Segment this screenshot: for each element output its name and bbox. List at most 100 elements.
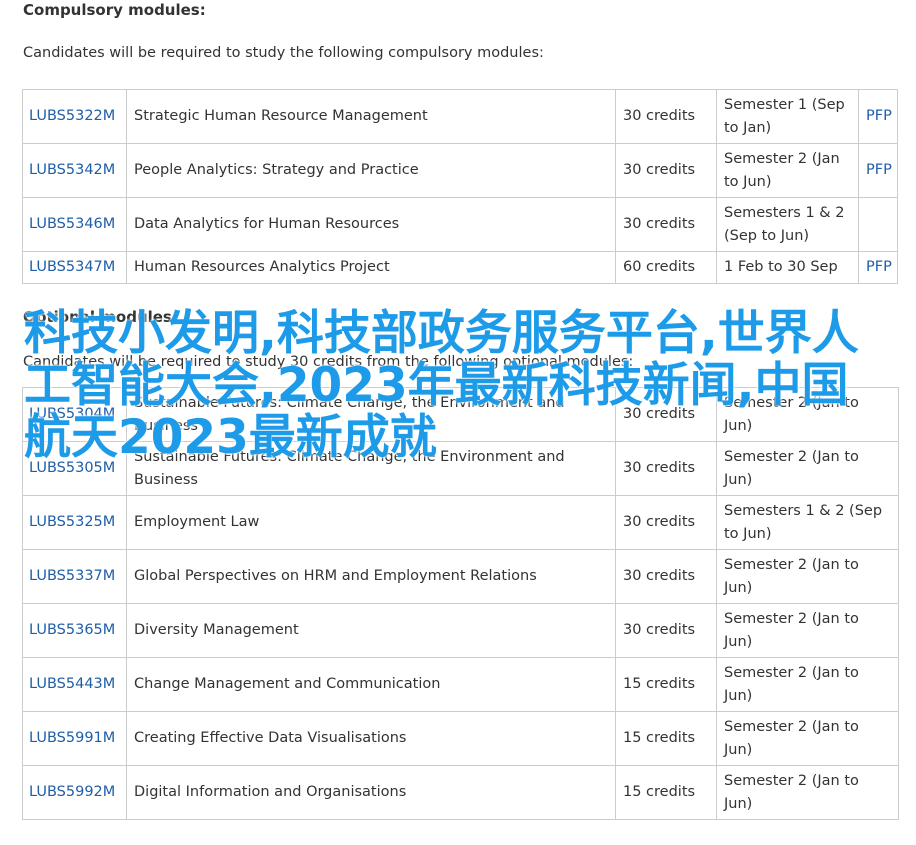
- table-row: LUBS5304M Sustainable Futures: Climate Ch…: [22, 387, 899, 442]
- module-credits: 15 credits: [623, 730, 696, 746]
- table-row: LUBS5992M Digital Information and Organis…: [22, 765, 899, 820]
- table-row: LUBS5346M Data Analytics for Human Resour…: [22, 197, 898, 252]
- compulsory-heading: Compulsory modules:: [23, 1, 206, 19]
- pfp-link-cell: PFP: [858, 251, 898, 284]
- module-title: Employment Law: [134, 514, 260, 530]
- module-semester: Semester 2 (Jan to Jun): [724, 556, 859, 596]
- pfp-link-cell: [858, 197, 898, 252]
- module-credits-cell: 30 credits: [615, 495, 717, 550]
- module-credits-cell: 30 credits: [615, 89, 717, 144]
- module-semester: Semester 1 (Sep to Jan): [724, 96, 845, 136]
- pfp-link[interactable]: PFP: [866, 108, 892, 124]
- module-credits: 30 credits: [623, 460, 696, 476]
- module-code-link[interactable]: LUBS5365M: [29, 622, 115, 638]
- module-title: Digital Information and Organisations: [134, 784, 407, 800]
- module-semester: Semesters 1 & 2 (Sep to Jun): [724, 502, 883, 542]
- module-title-cell: Data Analytics for Human Resources: [126, 197, 616, 252]
- pfp-link-cell: PFP: [858, 143, 898, 198]
- optional-heading: Optional modules:: [23, 308, 178, 326]
- module-semester: Semesters 1 & 2 (Sep to Jun): [724, 204, 845, 244]
- module-code-link-cell: LUBS5305M: [22, 441, 127, 496]
- module-code-link-cell: LUBS5337M: [22, 549, 127, 604]
- module-code-link[interactable]: LUBS5991M: [29, 730, 115, 746]
- compulsory-modules-table: LUBS5322M Strategic Human Resource Manage…: [22, 89, 898, 284]
- module-code-link-cell: LUBS5325M: [22, 495, 127, 550]
- module-code-link[interactable]: LUBS5342M: [29, 162, 115, 178]
- module-code-link-cell: LUBS5992M: [22, 765, 127, 820]
- module-credits: 30 credits: [623, 406, 696, 422]
- module-title-cell: Creating Effective Data Visualisations: [126, 711, 616, 766]
- module-code-link[interactable]: LUBS5347M: [29, 259, 115, 275]
- module-semester-cell: Semester 2 (Jan to Jun): [716, 441, 899, 496]
- module-title-cell: Sustainable Futures: Climate Change, the…: [126, 441, 616, 496]
- module-semester-cell: 1 Feb to 30 Sep: [716, 251, 859, 284]
- module-credits-cell: 30 credits: [615, 441, 717, 496]
- module-code-link[interactable]: LUBS5443M: [29, 676, 115, 692]
- pfp-link[interactable]: PFP: [866, 259, 892, 275]
- module-semester: Semester 2 (Jan to Jun): [724, 610, 859, 650]
- module-credits-cell: 30 credits: [615, 549, 717, 604]
- module-credits-cell: 30 credits: [615, 197, 717, 252]
- module-credits: 30 credits: [623, 568, 696, 584]
- module-title: Strategic Human Resource Management: [134, 108, 428, 124]
- table-row: LUBS5365M Diversity Management 30 credits S…: [22, 603, 899, 658]
- module-title-cell: Strategic Human Resource Management: [126, 89, 616, 144]
- module-semester-cell: Semester 1 (Sep to Jan): [716, 89, 859, 144]
- module-code-link[interactable]: LUBS5337M: [29, 568, 115, 584]
- module-title: Diversity Management: [134, 622, 299, 638]
- module-semester-cell: Semester 2 (Jan to Jun): [716, 549, 899, 604]
- module-credits: 30 credits: [623, 216, 696, 232]
- module-code-link[interactable]: LUBS5304M: [29, 406, 115, 422]
- module-credits-cell: 60 credits: [615, 251, 717, 284]
- module-semester-cell: Semester 2 (Jan to Jun): [716, 603, 899, 658]
- module-code-link-cell: LUBS5443M: [22, 657, 127, 712]
- compulsory-intro: Candidates will be required to study the…: [23, 45, 544, 61]
- table-row: LUBS5322M Strategic Human Resource Manage…: [22, 89, 898, 144]
- module-credits-cell: 15 credits: [615, 657, 717, 712]
- module-title-cell: Digital Information and Organisations: [126, 765, 616, 820]
- module-semester-cell: Semester 2 (Jan to Jun): [716, 143, 859, 198]
- module-semester-cell: Semester 2 (Jan to Jun): [716, 657, 899, 712]
- module-credits: 30 credits: [623, 514, 696, 530]
- module-semester-cell: Semester 2 (Jan to Jun): [716, 387, 899, 442]
- pfp-link-cell: PFP: [858, 89, 898, 144]
- module-code-link[interactable]: LUBS5325M: [29, 514, 115, 530]
- module-credits: 30 credits: [623, 162, 696, 178]
- module-credits: 15 credits: [623, 676, 696, 692]
- module-title-cell: Global Perspectives on HRM and Employmen…: [126, 549, 616, 604]
- optional-modules-table: LUBS5304M Sustainable Futures: Climate Ch…: [22, 387, 899, 820]
- module-code-link[interactable]: LUBS5346M: [29, 216, 115, 232]
- module-semester: Semester 2 (Jan to Jun): [724, 772, 859, 812]
- module-credits-cell: 30 credits: [615, 603, 717, 658]
- module-code-link-cell: LUBS5346M: [22, 197, 127, 252]
- module-title-cell: Diversity Management: [126, 603, 616, 658]
- table-row: LUBS5325M Employment Law 30 credits Semeste…: [22, 495, 899, 550]
- module-title: Global Perspectives on HRM and Employmen…: [134, 568, 537, 584]
- module-code-link[interactable]: LUBS5322M: [29, 108, 115, 124]
- table-row: LUBS5991M Creating Effective Data Visuali…: [22, 711, 899, 766]
- module-code-link-cell: LUBS5991M: [22, 711, 127, 766]
- module-semester: Semester 2 (Jan to Jun): [724, 448, 859, 488]
- module-title: Sustainable Futures: Climate Change, the…: [134, 448, 565, 488]
- table-row: LUBS5305M Sustainable Futures: Climate Ch…: [22, 441, 899, 496]
- module-code-link[interactable]: LUBS5992M: [29, 784, 115, 800]
- module-title-cell: Human Resources Analytics Project: [126, 251, 616, 284]
- module-credits-cell: 30 credits: [615, 143, 717, 198]
- module-title-cell: Employment Law: [126, 495, 616, 550]
- pfp-link[interactable]: PFP: [866, 162, 892, 178]
- module-credits-cell: 15 credits: [615, 765, 717, 820]
- module-credits: 15 credits: [623, 784, 696, 800]
- module-credits-cell: 30 credits: [615, 387, 717, 442]
- optional-intro: Candidates will be required to study 30 …: [23, 354, 634, 370]
- module-semester: Semester 2 (Jan to Jun): [724, 664, 859, 704]
- module-credits: 30 credits: [623, 108, 696, 124]
- module-code-link-cell: LUBS5347M: [22, 251, 127, 284]
- module-code-link[interactable]: LUBS5305M: [29, 460, 115, 476]
- module-title-cell: Sustainable Futures: Climate Change, the…: [126, 387, 616, 442]
- module-semester: 1 Feb to 30 Sep: [724, 259, 838, 275]
- module-code-link-cell: LUBS5304M: [22, 387, 127, 442]
- module-semester-cell: Semester 2 (Jan to Jun): [716, 711, 899, 766]
- module-semester: Semester 2 (Jan to Jun): [724, 394, 859, 434]
- module-semester-cell: Semester 2 (Jan to Jun): [716, 765, 899, 820]
- module-semester: Semester 2 (Jan to Jun): [724, 150, 840, 190]
